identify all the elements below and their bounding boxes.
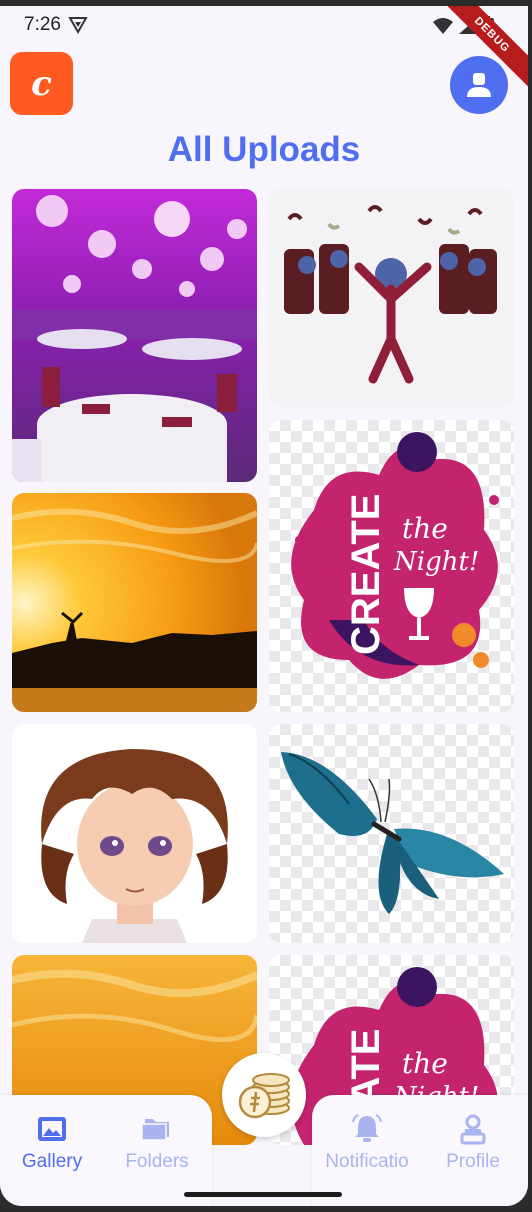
banquet-image: [12, 189, 257, 482]
nav-item-folders[interactable]: Folders: [112, 1113, 202, 1173]
gallery-image-banquet[interactable]: [12, 189, 257, 482]
status-bar: 7:26: [0, 6, 528, 46]
nav-item-profile[interactable]: Profile: [428, 1113, 518, 1173]
bottom-nav-right-panel: Notificatio Profile: [312, 1095, 528, 1206]
gallery-image-create-the-night[interactable]: CREATE the Night!: [269, 420, 514, 712]
status-time: 7:26: [24, 14, 61, 35]
create-the-night-image: CREATE the Night!: [291, 432, 499, 679]
gallery-image-anime-boy[interactable]: [12, 724, 257, 943]
gallery-image-butterfly[interactable]: [269, 724, 514, 943]
bell-icon: [352, 1114, 382, 1142]
page-title: All Uploads: [167, 130, 361, 169]
art-text-create: CREATE: [344, 494, 388, 655]
art-text-night: Night!: [393, 547, 479, 577]
sunset-lake-image: [12, 493, 257, 712]
nav-label-folders: Folders: [125, 1151, 189, 1172]
gallery-image-party-crowd[interactable]: [269, 189, 514, 407]
app-logo[interactable]: c: [10, 52, 73, 115]
folder-icon: [141, 1119, 169, 1141]
home-indicator: [184, 1192, 342, 1197]
coins-icon: [238, 1073, 290, 1119]
nav-item-notifications[interactable]: Notificatio: [317, 1113, 417, 1173]
nav-item-gallery[interactable]: Gallery: [7, 1113, 97, 1173]
anime-boy-image: [12, 724, 257, 943]
person-badge-icon: [460, 1114, 486, 1145]
art-text-the-2: the: [402, 1047, 448, 1080]
nav-label-notifications: Notificatio: [325, 1151, 409, 1172]
vpn-icon: [68, 16, 88, 39]
profile-avatar-button[interactable]: [450, 56, 508, 114]
coins-fab-button[interactable]: [222, 1053, 306, 1137]
nav-label-profile: Profile: [446, 1151, 500, 1172]
gallery-icon: [38, 1117, 66, 1141]
art-text-the: the: [402, 512, 448, 545]
bottom-nav-left-panel: Gallery Folders: [0, 1095, 212, 1206]
person-icon: [467, 73, 491, 97]
party-crowd-image: [269, 189, 514, 407]
nav-label-gallery: Gallery: [21, 1151, 83, 1172]
gallery-image-sunset-lake[interactable]: [12, 493, 257, 712]
app-screen: 7:26 DEBUG c All Uploads CREATE the Nigh…: [0, 6, 528, 1206]
wifi-icon: [433, 18, 453, 34]
butterfly-image: [281, 752, 504, 914]
